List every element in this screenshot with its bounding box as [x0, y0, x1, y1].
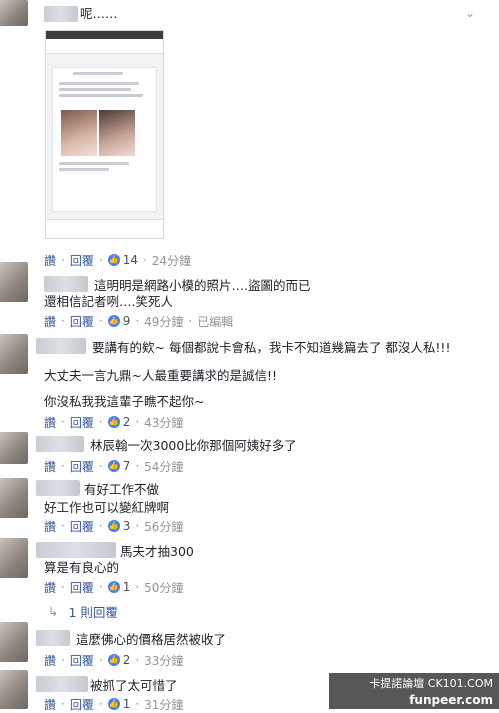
comment-text: 呢……	[80, 6, 118, 21]
like-count[interactable]: 1	[123, 580, 131, 594]
like-button[interactable]: 讚	[44, 518, 56, 535]
like-count[interactable]: 9	[123, 314, 131, 328]
timestamp[interactable]: 24分鐘	[152, 252, 191, 269]
thumbs-up-icon: 👍	[107, 254, 120, 266]
thumbs-up-icon: 👍	[107, 698, 120, 710]
like-count[interactable]: 2	[123, 415, 131, 429]
commenter-avatar[interactable]	[0, 478, 28, 518]
comment-text: 你沒私我我這輩子瞧不起你~	[44, 394, 205, 409]
like-count[interactable]: 3	[123, 519, 131, 533]
commenter-avatar[interactable]	[0, 334, 28, 374]
comment-text: 好工作也可以變紅牌啊	[44, 500, 170, 515]
commenter-avatar[interactable]	[0, 0, 28, 26]
reply-button[interactable]: 回覆	[70, 252, 94, 269]
timestamp[interactable]: 31分鐘	[144, 696, 183, 713]
commenter-name-redacted[interactable]	[36, 676, 88, 692]
reply-arrow-icon: ↳	[48, 604, 59, 619]
replies-count-label[interactable]: 1 則回覆	[68, 602, 117, 621]
commenter-name-redacted[interactable]	[36, 542, 116, 558]
comment-actions: 讚 · 回覆 · 👍 2 · 33分鐘	[44, 652, 184, 669]
comment-actions: 讚 · 回覆 · 👍 2 · 43分鐘	[44, 414, 184, 431]
thumbs-up-icon: 👍	[107, 416, 120, 428]
reply-button[interactable]: 回覆	[70, 652, 94, 669]
comment-actions: 讚 · 回覆 · 👍 3 · 56分鐘	[44, 518, 184, 535]
commenter-avatar[interactable]	[0, 670, 28, 709]
comment-text: 算是有良心的	[44, 560, 120, 575]
timestamp[interactable]: 49分鐘	[144, 313, 183, 330]
thumbs-up-icon: 👍	[107, 581, 120, 593]
comment-actions: 讚 · 回覆 · 👍 1 · 31分鐘	[44, 696, 184, 713]
comment-actions: 讚 · 回覆 · 👍 9 · 49分鐘 · 已編輯	[44, 313, 234, 330]
reply-button[interactable]: 回覆	[70, 579, 94, 596]
commenter-name-redacted[interactable]	[36, 630, 70, 646]
comment-text: 還相信記者咧….笑死人	[44, 294, 173, 309]
timestamp[interactable]: 50分鐘	[144, 579, 183, 596]
commenter-avatar[interactable]	[0, 538, 28, 578]
comment-text: 林辰翰一次3000比你那個阿姨好多了	[90, 438, 297, 453]
watermark-ck101: 卡提諾論壇 CK101.COM	[369, 677, 493, 690]
thumbs-up-icon: 👍	[107, 460, 120, 472]
edited-label[interactable]: 已編輯	[197, 313, 233, 330]
thumbs-up-icon: 👍	[107, 520, 120, 532]
like-count[interactable]: 14	[123, 253, 138, 267]
comment-text: 這明明是網路小模的照片….盜圖的而已	[94, 278, 311, 293]
commenter-name-redacted[interactable]	[36, 436, 84, 452]
reply-button[interactable]: 回覆	[70, 696, 94, 713]
view-replies-link[interactable]: ↳ 1 則回覆	[48, 602, 118, 621]
commenter-avatar[interactable]	[0, 622, 28, 662]
like-button[interactable]: 讚	[44, 414, 56, 431]
reply-button[interactable]: 回覆	[70, 313, 94, 330]
like-button[interactable]: 讚	[44, 252, 56, 269]
like-button[interactable]: 讚	[44, 313, 56, 330]
comment-text: 馬夫才抽300	[120, 544, 194, 559]
chevron-down-icon[interactable]: ⌄	[465, 6, 479, 20]
comment-text: 被抓了太可惜了	[90, 678, 178, 693]
timestamp[interactable]: 54分鐘	[144, 458, 183, 475]
comment-text: 這麼佛心的價格居然被收了	[76, 632, 227, 647]
reply-button[interactable]: 回覆	[70, 414, 94, 431]
timestamp[interactable]: 43分鐘	[144, 414, 183, 431]
commenter-name-redacted[interactable]	[36, 338, 86, 354]
like-button[interactable]: 讚	[44, 579, 56, 596]
comment-text: 有好工作不做	[84, 482, 160, 497]
like-count[interactable]: 7	[123, 459, 131, 473]
commenter-avatar[interactable]	[0, 432, 28, 464]
commenter-name-redacted[interactable]	[44, 276, 88, 292]
thumbs-up-icon: 👍	[107, 315, 120, 327]
comment-text: 大丈夫一言九鼎~人最重要講求的是誠信!!	[44, 368, 277, 383]
comment-actions: 讚 · 回覆 · 👍 1 · 50分鐘	[44, 579, 184, 596]
watermark-funpeer: funpeer.com	[409, 693, 493, 707]
commenter-name-redacted[interactable]	[44, 6, 78, 22]
like-count[interactable]: 2	[123, 653, 131, 667]
commenter-avatar[interactable]	[0, 262, 28, 302]
like-button[interactable]: 讚	[44, 652, 56, 669]
reply-button[interactable]: 回覆	[70, 518, 94, 535]
commenter-name-redacted[interactable]	[36, 480, 80, 496]
thumbs-up-icon: 👍	[107, 654, 120, 666]
timestamp[interactable]: 56分鐘	[144, 518, 183, 535]
reply-button[interactable]: 回覆	[70, 458, 94, 475]
like-button[interactable]: 讚	[44, 696, 56, 713]
like-button[interactable]: 讚	[44, 458, 56, 475]
comment-text: 要講有的欸~ 每個都說卡會私，我卡不知道幾篇去了 都沒人私!!!	[92, 340, 451, 355]
attached-screenshot-image[interactable]	[45, 30, 164, 239]
comment-actions: 讚 · 回覆 · 👍 7 · 54分鐘	[44, 458, 184, 475]
comment-actions: 讚 · 回覆 · 👍 14 · 24分鐘	[44, 252, 192, 269]
timestamp[interactable]: 33分鐘	[144, 652, 183, 669]
